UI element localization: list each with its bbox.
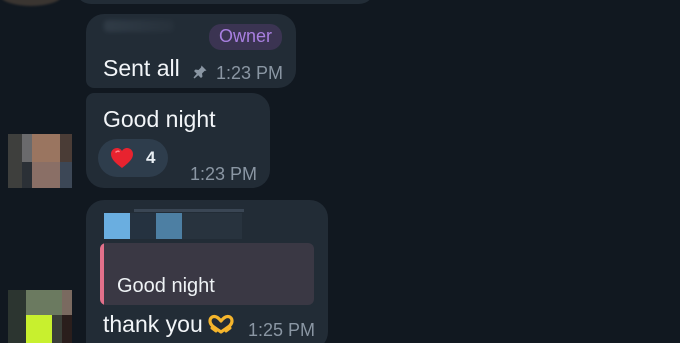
reply-quote[interactable]: Good night — [100, 243, 314, 305]
reply-accent-bar — [100, 243, 104, 305]
avatar[interactable] — [8, 134, 72, 188]
pin-icon — [193, 65, 207, 79]
message-time: 1:23 PM — [216, 63, 284, 83]
avatar[interactable] — [0, 0, 62, 6]
message-bubble[interactable]: Good night thank you 1:25 PM — [86, 200, 328, 343]
message-text: thank you — [103, 311, 203, 337]
owner-badge: Owner — [208, 24, 282, 50]
reaction-count: 4 — [146, 148, 156, 167]
sender-name-redacted — [104, 20, 174, 32]
message-bubble-previous[interactable] — [75, 0, 375, 4]
avatar[interactable] — [8, 290, 72, 343]
message-bubble[interactable]: Good night 4 1:23 PM — [86, 93, 270, 188]
message-bubble[interactable]: Owner Sent all 1:23 PM — [86, 14, 296, 88]
message-text: Sent all — [103, 55, 180, 81]
message-text: Good night — [103, 106, 216, 132]
message-time: 1:25 PM — [248, 320, 316, 340]
message-time: 1:23 PM — [190, 164, 258, 184]
reply-quote-text: Good night — [117, 275, 215, 297]
heart-icon — [111, 148, 133, 168]
heart-hands-icon — [208, 314, 234, 334]
chat-area[interactable]: Owner Sent all 1:23 PM Good night 4 1:23… — [0, 0, 680, 343]
reaction-chip[interactable]: 4 — [98, 139, 168, 177]
